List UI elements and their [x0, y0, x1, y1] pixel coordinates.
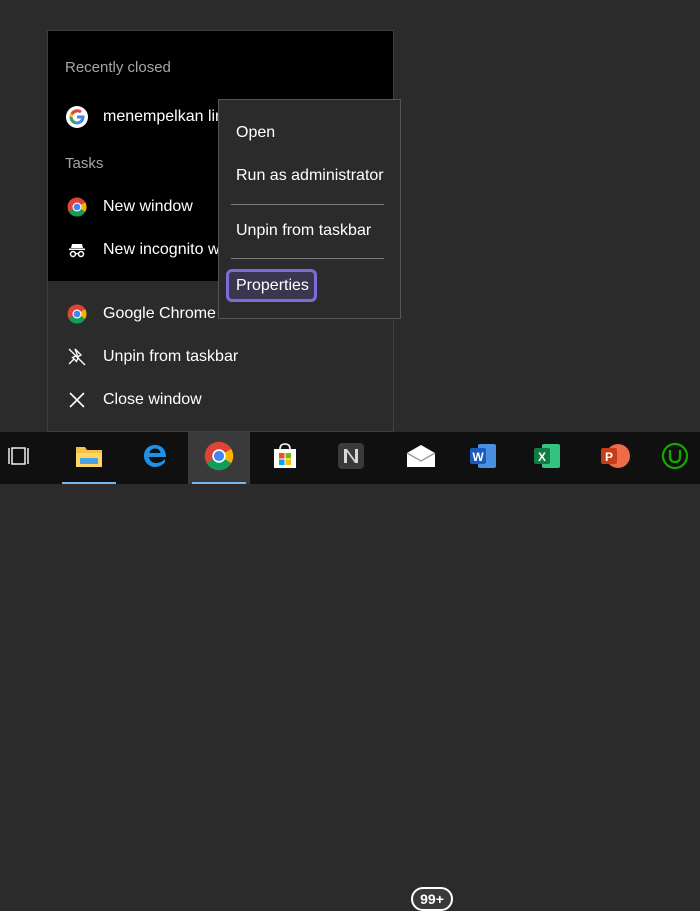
close-icon	[66, 389, 88, 411]
powerpoint-icon: P	[599, 442, 631, 475]
close-window-item[interactable]: Close window	[48, 382, 393, 418]
chrome-icon	[66, 303, 88, 325]
excel-button[interactable]: X	[516, 432, 578, 484]
chrome-taskbar-button[interactable]	[188, 432, 250, 484]
google-icon	[66, 106, 88, 128]
menu-separator	[231, 204, 384, 205]
store-button[interactable]	[254, 432, 316, 484]
task-view-button[interactable]	[0, 432, 40, 484]
file-explorer-button[interactable]	[58, 432, 120, 484]
mail-unread-badge: 99+	[411, 887, 453, 911]
new-incognito-label: New incognito w	[103, 241, 220, 258]
store-icon	[271, 442, 299, 475]
taskbar: 99+ W X P	[0, 432, 700, 911]
mail-button[interactable]	[390, 432, 452, 484]
notion-button[interactable]	[320, 432, 382, 484]
unpin-item[interactable]: Unpin from taskbar	[48, 339, 393, 375]
recently-closed-header: Recently closed	[65, 59, 171, 76]
svg-text:X: X	[538, 450, 546, 464]
run-as-admin-menu-item[interactable]: Run as administrator	[236, 167, 384, 185]
upwork-button[interactable]	[650, 432, 700, 484]
svg-text:P: P	[605, 450, 613, 464]
unpin-menu-item[interactable]: Unpin from taskbar	[236, 222, 371, 240]
unpin-icon	[66, 346, 88, 368]
word-button[interactable]: W	[452, 432, 514, 484]
incognito-icon	[66, 239, 88, 261]
context-menu: Open Run as administrator Unpin from tas…	[218, 99, 401, 319]
unpin-label: Unpin from taskbar	[103, 348, 239, 365]
svg-text:W: W	[472, 450, 484, 464]
menu-separator	[231, 258, 384, 259]
properties-menu-item[interactable]: Properties	[236, 277, 309, 295]
word-icon: W	[468, 442, 498, 475]
recent-item-label: menempelkan lir	[103, 108, 221, 125]
chrome-icon	[204, 441, 234, 476]
notion-icon	[336, 441, 366, 476]
edge-icon	[141, 442, 169, 475]
mail-icon	[405, 443, 437, 474]
powerpoint-button[interactable]: P	[584, 432, 646, 484]
tasks-header: Tasks	[65, 155, 104, 172]
task-view-icon	[8, 445, 32, 472]
excel-icon: X	[532, 442, 562, 475]
open-menu-item[interactable]: Open	[236, 124, 275, 142]
chrome-icon	[66, 196, 88, 218]
new-window-label: New window	[103, 198, 193, 215]
app-name-label: Google Chrome	[103, 305, 216, 322]
folder-icon	[74, 443, 104, 474]
edge-button[interactable]	[124, 432, 186, 484]
close-window-label: Close window	[103, 391, 202, 408]
upwork-icon	[660, 441, 690, 476]
